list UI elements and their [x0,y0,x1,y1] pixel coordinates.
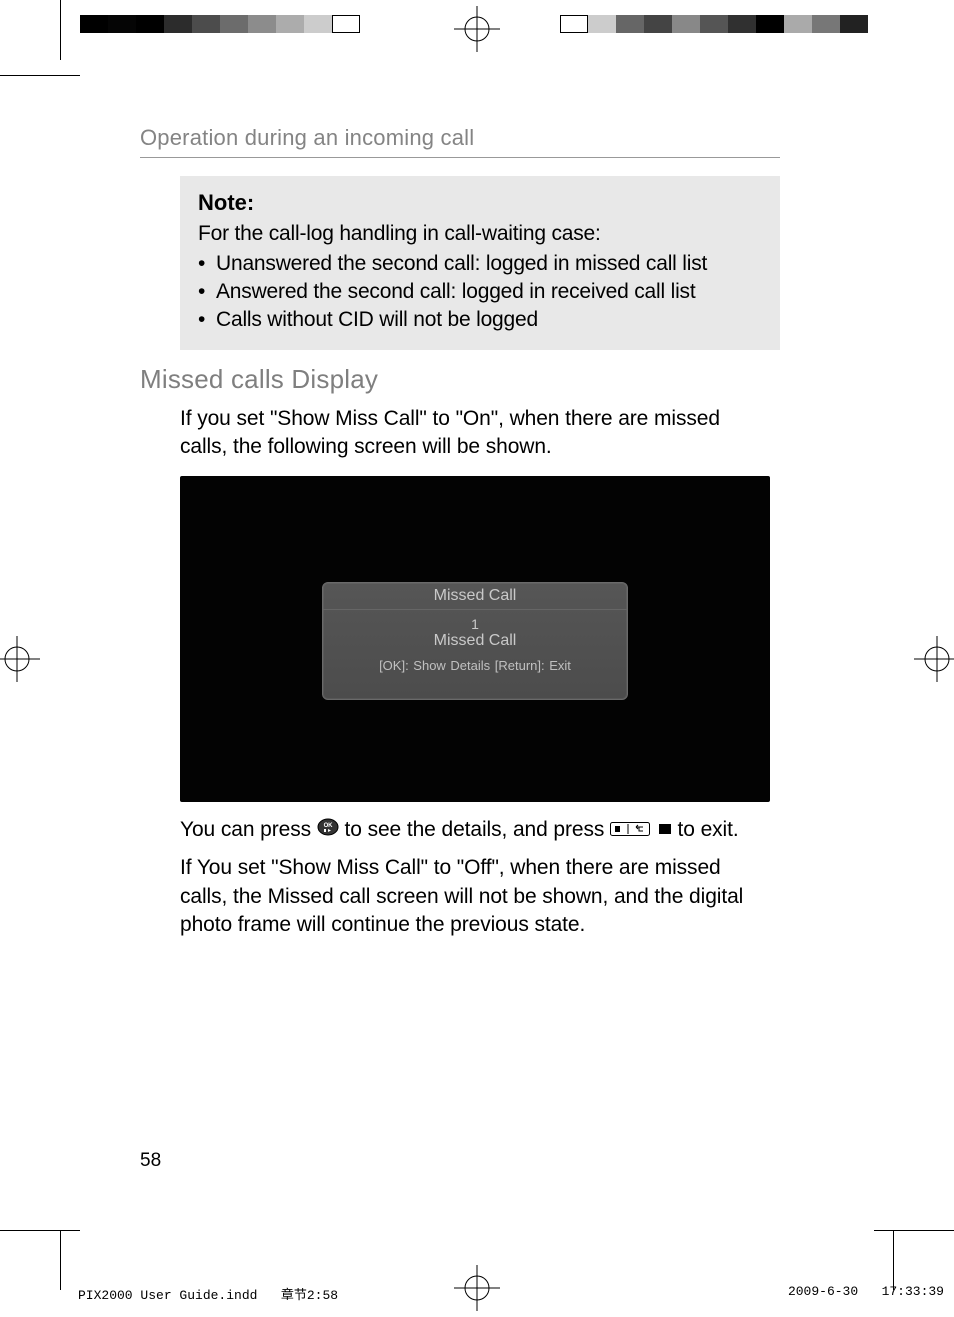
return-button-icon [610,816,650,844]
dialog-hint: [OK]: Show Details [Return]: Exit [379,658,571,673]
device-screenshot: Missed Call 1 Missed Call [OK]: Show Det… [180,476,770,802]
list-item: Calls without CID will not be logged [198,308,762,332]
stop-button-icon [658,816,672,844]
crop-mark-icon [60,1230,61,1290]
registration-mark-icon [454,6,500,52]
registration-mark-icon [914,636,954,682]
body-paragraph: You can press OK to see the details, and… [180,816,770,845]
divider [323,609,627,610]
note-intro: For the call-log handling in call-waitin… [198,222,762,246]
registration-mark-icon [454,1265,500,1311]
imprint-left: PIX2000 User Guide.indd 章节2:58 [78,1284,338,1303]
printer-color-bar-left [80,15,360,33]
note-box: Note: For the call-log handling in call-… [180,176,780,350]
note-list: Unanswered the second call: logged in mi… [198,252,762,332]
imprint-time: 17:33:39 [882,1284,944,1299]
crop-mark-icon [60,0,61,60]
text-fragment: You can press [180,818,317,841]
dialog-subtitle: Missed Call [434,632,517,650]
imprint-date: 2009-6-30 [788,1284,858,1299]
ok-button-icon: OK [317,816,339,844]
imprint-file: PIX2000 User Guide.indd [78,1288,257,1303]
dialog-title: Missed Call [434,587,517,605]
dialog-count: 1 [471,616,479,632]
note-title: Note: [198,190,762,216]
section-heading: Missed calls Display [140,364,780,395]
list-item: Answered the second call: logged in rece… [198,280,762,304]
running-header: Operation during an incoming call [140,125,780,158]
printer-color-bar-right [560,15,868,33]
page-content: Operation during an incoming call Note: … [140,125,780,939]
crop-mark-icon [0,1230,80,1231]
page-number: 58 [140,1150,161,1172]
body-paragraph: If You set "Show Miss Call" to "Off", wh… [180,854,770,939]
list-item: Unanswered the second call: logged in mi… [198,252,762,276]
text-fragment: to see the details, and press [345,818,611,841]
imprint-right: 2009-6-30 17:33:39 [788,1284,944,1299]
missed-call-dialog: Missed Call 1 Missed Call [OK]: Show Det… [322,582,628,700]
crop-mark-icon [0,75,80,76]
crop-mark-icon [893,1230,894,1290]
crop-mark-icon [874,1230,954,1231]
body-paragraph: If you set "Show Miss Call" to "On", whe… [180,405,770,462]
text-fragment: to exit. [678,818,739,841]
imprint-section: 章节2:58 [281,1288,338,1303]
registration-mark-icon [0,636,40,682]
svg-text:OK: OK [323,823,333,829]
